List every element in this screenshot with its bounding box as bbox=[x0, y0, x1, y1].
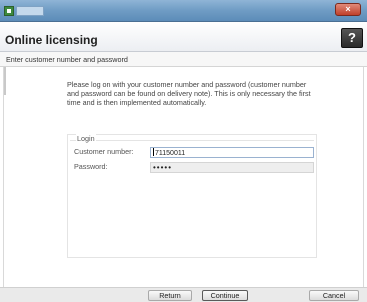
cancel-button[interactable]: Cancel bbox=[309, 290, 359, 301]
customer-number-input[interactable]: 71150011 bbox=[150, 147, 314, 158]
customer-number-value: 71150011 bbox=[155, 150, 186, 157]
password-label: Password: bbox=[74, 162, 108, 171]
login-group-rule bbox=[70, 140, 314, 141]
step-description: Enter customer number and password bbox=[6, 55, 128, 64]
window-titlebar: × bbox=[0, 0, 367, 22]
return-button[interactable]: Return bbox=[148, 290, 192, 301]
login-group-legend: Login bbox=[76, 134, 96, 143]
login-group: Login Customer number: 71150011 Password… bbox=[67, 134, 317, 258]
info-text: Please log on with your customer number … bbox=[67, 80, 311, 107]
customer-number-label: Customer number: bbox=[74, 147, 134, 156]
page-title: Online licensing bbox=[5, 33, 98, 47]
password-input[interactable]: ••••• bbox=[150, 162, 314, 173]
app-icon bbox=[4, 6, 14, 16]
subheader: Enter customer number and password bbox=[0, 52, 367, 67]
page-header: Online licensing ? bbox=[0, 22, 367, 52]
footer-bar: Return Continue Cancel bbox=[0, 287, 367, 302]
continue-button[interactable]: Continue bbox=[202, 290, 248, 301]
help-button[interactable]: ? bbox=[341, 28, 363, 48]
scroll-marker bbox=[4, 67, 6, 95]
window-title-tab[interactable] bbox=[16, 6, 44, 16]
text-caret bbox=[153, 148, 154, 156]
close-button[interactable]: × bbox=[335, 3, 361, 16]
content-panel: Please log on with your customer number … bbox=[3, 67, 364, 287]
